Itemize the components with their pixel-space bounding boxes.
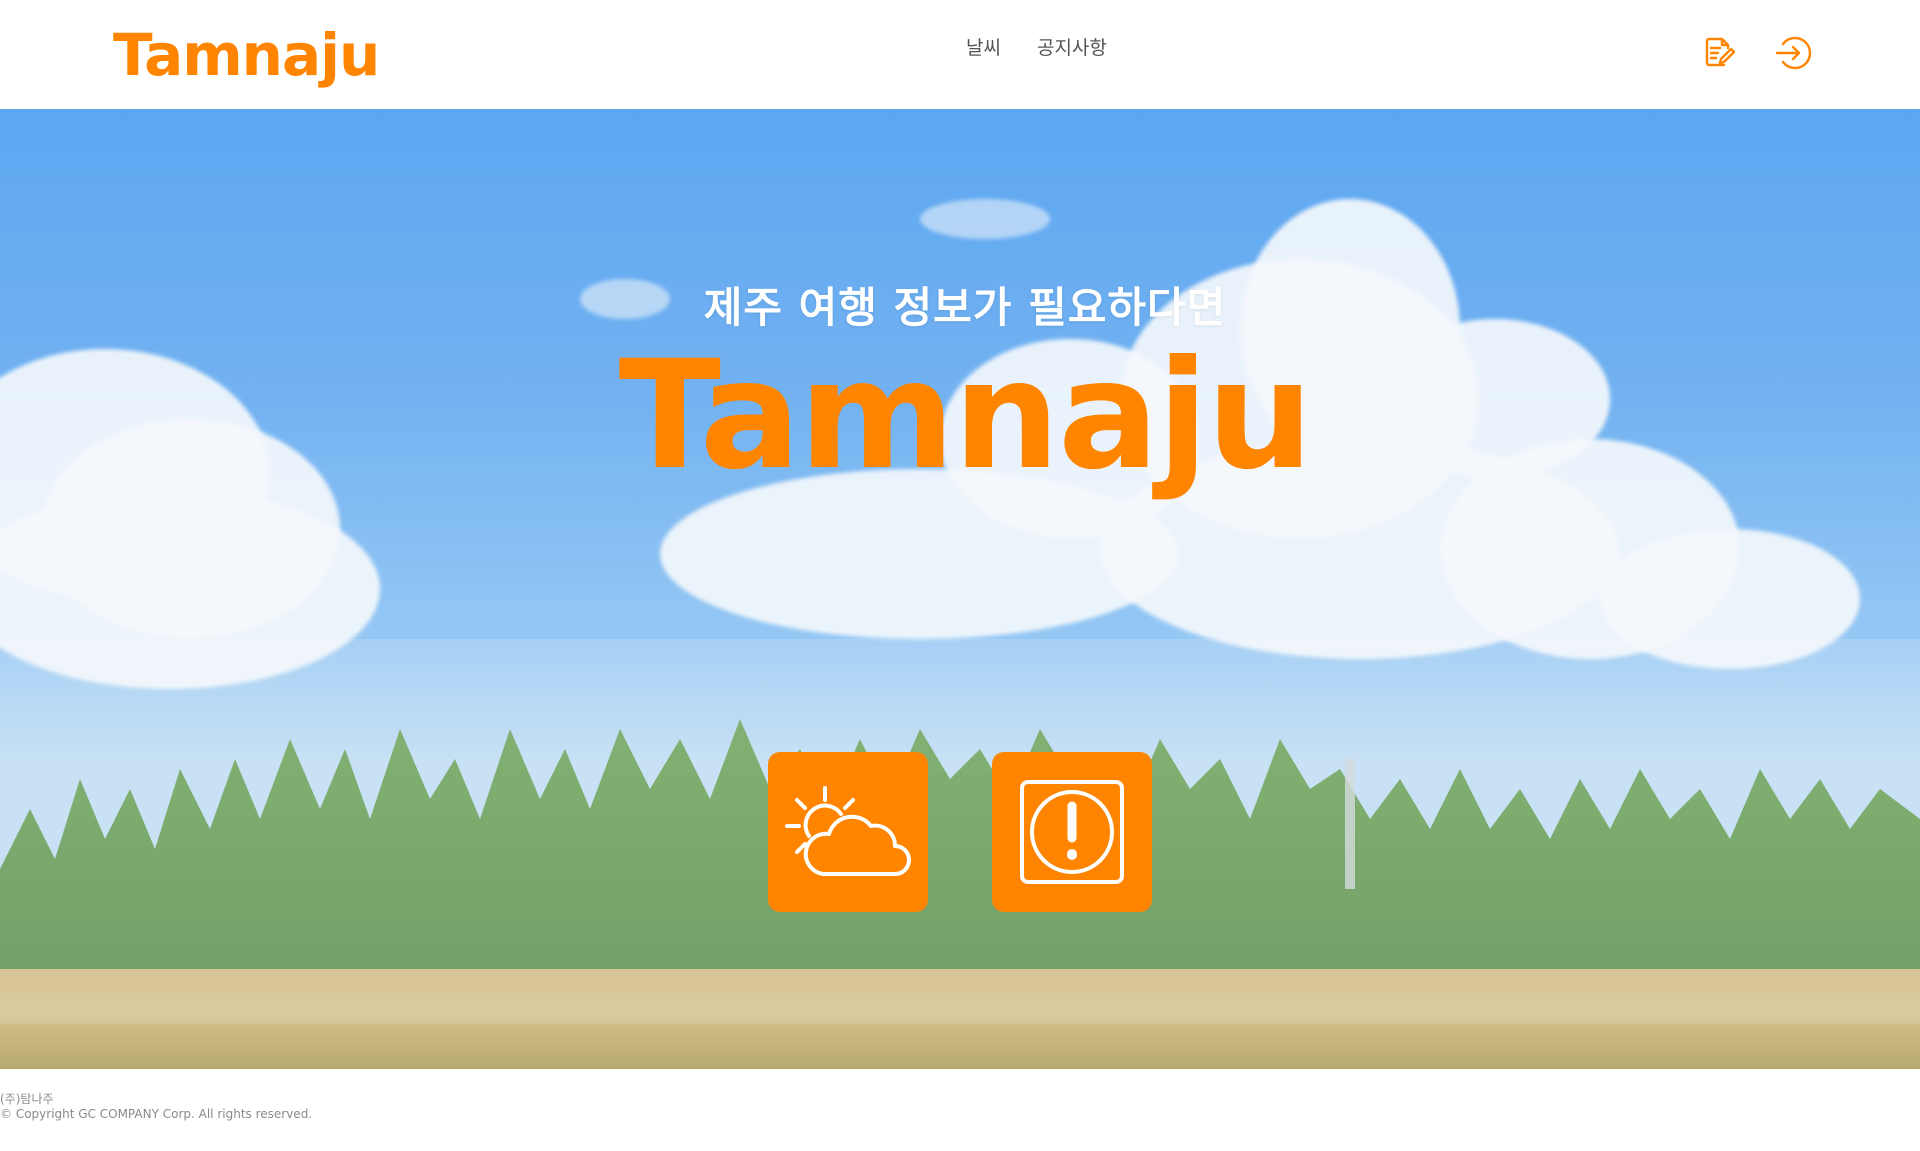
login-arrow-icon[interactable]	[1774, 34, 1812, 72]
main-nav: 날씨 공지사항	[966, 33, 1107, 60]
notice-tile-button[interactable]	[992, 752, 1152, 912]
hero-title: Tamnaju	[618, 329, 1314, 503]
hero-subtitle: 제주 여행 정보가 필요하다면	[703, 283, 1227, 332]
footer-company: (주)탐나주	[0, 1092, 54, 1106]
weather-tile-button[interactable]	[768, 752, 928, 912]
hero-section: 제주 여행 정보가 필요하다면 Tamnaju	[0, 109, 1920, 1069]
site-header: Tamnaju 날씨 공지사항	[0, 0, 1920, 109]
alert-notice-icon	[1020, 780, 1124, 884]
site-logo[interactable]: Tamnaju	[113, 26, 380, 84]
edit-note-icon[interactable]	[1700, 34, 1738, 72]
site-footer: (주)탐나주 © Copyright GC COMPANY Corp. All …	[0, 1092, 312, 1122]
partly-cloudy-icon	[785, 786, 911, 876]
footer-copyright: © Copyright GC COMPANY Corp. All rights …	[0, 1107, 313, 1121]
nav-item-notice[interactable]: 공지사항	[1037, 33, 1107, 60]
nav-item-weather[interactable]: 날씨	[966, 33, 1001, 60]
